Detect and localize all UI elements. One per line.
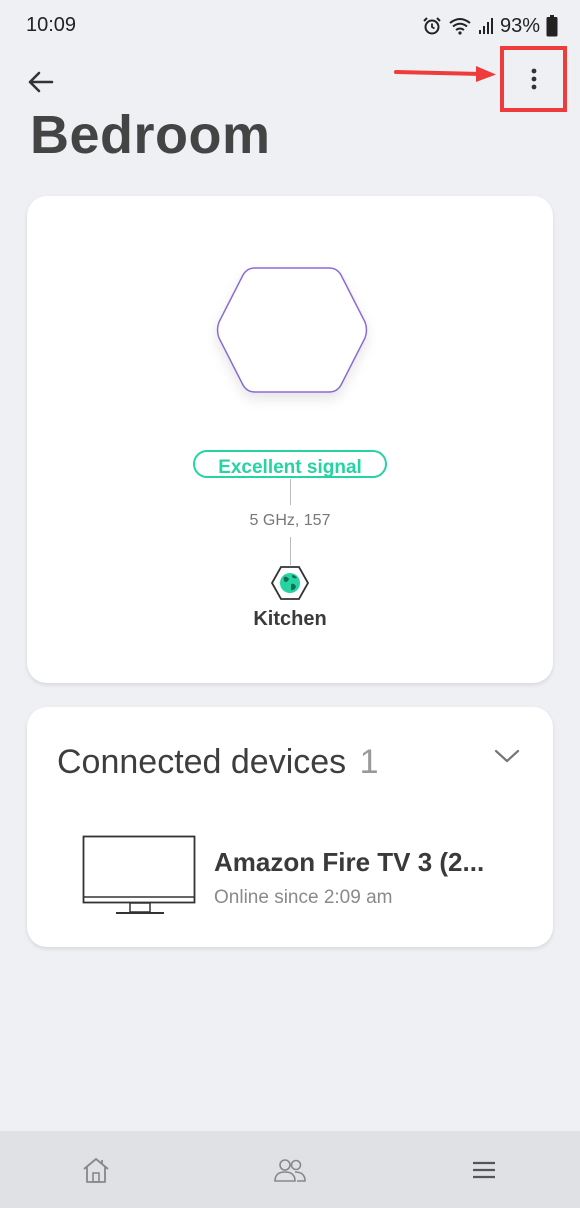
arrow-left-icon bbox=[28, 71, 54, 93]
connector-line-bottom bbox=[290, 537, 291, 565]
device-status: Online since 2:09 am bbox=[214, 887, 393, 908]
list-item[interactable]: Amazon Fire TV 3 (2... Online since 2:09… bbox=[27, 825, 553, 925]
more-options-button[interactable] bbox=[500, 46, 567, 112]
globe-hex-icon bbox=[270, 566, 310, 600]
signal-badge: Excellent signal bbox=[193, 450, 387, 478]
status-bar: 10:09 93% bbox=[0, 0, 580, 52]
screen: 10:09 93% Bedroom Excellent signal 5 GHz… bbox=[0, 0, 580, 1208]
home-icon bbox=[83, 1158, 109, 1183]
tv-icon bbox=[82, 835, 196, 914]
device-name: Amazon Fire TV 3 (2... bbox=[214, 847, 485, 877]
nav-people-button[interactable] bbox=[270, 1153, 310, 1187]
more-vertical-icon bbox=[531, 68, 536, 90]
connector-line-top bbox=[290, 479, 291, 505]
connected-devices-card: Connected devices 1 Amazon Fire TV 3 (2.… bbox=[27, 707, 553, 947]
parent-node-name: Kitchen bbox=[253, 608, 327, 630]
band-label: 5 GHz, 157 bbox=[249, 512, 331, 529]
bottom-nav bbox=[0, 1131, 580, 1208]
back-button[interactable] bbox=[22, 64, 58, 100]
signal-icon bbox=[478, 18, 493, 34]
annotation-arrow bbox=[394, 66, 496, 82]
wifi-icon bbox=[449, 18, 471, 35]
connected-devices-title: Connected devices bbox=[57, 743, 347, 781]
menu-icon bbox=[473, 1161, 495, 1179]
chevron-down-icon[interactable] bbox=[493, 747, 521, 765]
people-icon bbox=[274, 1159, 306, 1182]
nav-menu-button[interactable] bbox=[464, 1153, 504, 1187]
node-card: Excellent signal 5 GHz, 157 Kitchen bbox=[27, 196, 553, 683]
battery-icon bbox=[546, 15, 558, 37]
battery-percent: 93% bbox=[499, 14, 540, 37]
status-time: 10:09 bbox=[26, 14, 77, 36]
nav-home-button[interactable] bbox=[76, 1153, 116, 1187]
status-icons: 93% bbox=[422, 12, 558, 40]
connected-devices-heading: Connected devices 1 bbox=[57, 743, 379, 782]
alarm-icon bbox=[423, 17, 441, 35]
hexagon-node-icon bbox=[216, 267, 368, 393]
page-title: Bedroom bbox=[30, 105, 271, 165]
connected-devices-count: 1 bbox=[359, 743, 379, 781]
